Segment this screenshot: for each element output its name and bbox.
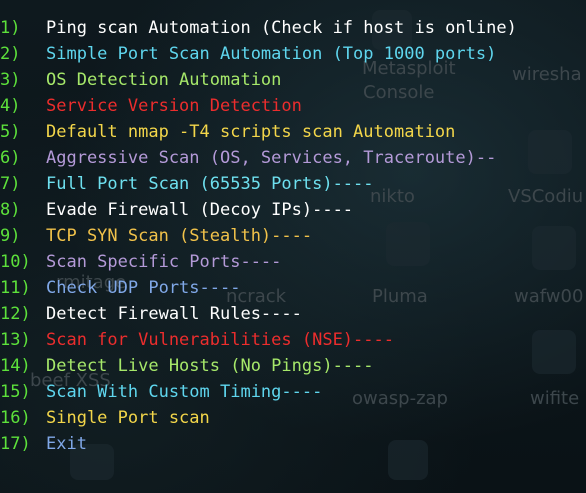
menu-item-number: 9): [0, 226, 21, 246]
menu-item-label: Evade Firewall (Decoy IPs)----: [46, 200, 354, 220]
vscodium-icon: [528, 130, 572, 174]
desktop-label-wafw00f: wafw00: [514, 286, 584, 307]
menu-item-number: 5): [0, 122, 21, 142]
menu-item-label: Full Port Scan (65535 Ports)----: [46, 174, 374, 194]
desktop-label-wireshark: wiresha: [512, 64, 582, 85]
terminal-menu: 1) Ping scan Automation (Check if host is…: [0, 15, 517, 457]
menu-item-number: 6): [0, 148, 21, 168]
menu-item: 5) Default nmap -T4 scripts scan Automati…: [0, 119, 517, 145]
menu-item-number: 4): [0, 96, 21, 116]
menu-item: 12) Detect Firewall Rules----: [0, 301, 517, 327]
menu-item: 8) Evade Firewall (Decoy IPs)----: [0, 197, 517, 223]
menu-item: 7) Full Port Scan (65535 Ports)----: [0, 171, 517, 197]
menu-item: 14) Detect Live Hosts (No Pings)----: [0, 353, 517, 379]
menu-item-label: Simple Port Scan Automation (Top 1000 po…: [46, 44, 497, 64]
menu-item-label: Ping scan Automation (Check if host is o…: [46, 18, 517, 38]
menu-item-number: 2): [0, 44, 21, 64]
menu-item-number: 10): [0, 252, 31, 272]
desktop-label-wifite: wifite: [530, 388, 580, 409]
menu-item-label: Exit: [46, 434, 87, 454]
menu-item-label: Scan With Custom Timing----: [46, 382, 323, 402]
menu-item-number: 8): [0, 200, 21, 220]
menu-item-label: Detect Firewall Rules----: [46, 304, 302, 324]
menu-item-label: Check UDP Ports----: [46, 278, 241, 298]
menu-item-number: 16): [0, 408, 31, 428]
menu-item-number: 17): [0, 434, 31, 454]
menu-item-number: 1): [0, 18, 21, 38]
menu-item: 16) Single Port scan: [0, 405, 517, 431]
menu-item-number: 15): [0, 382, 31, 402]
menu-item: 15) Scan With Custom Timing----: [0, 379, 517, 405]
menu-item: 9) TCP SYN Scan (Stealth)----: [0, 223, 517, 249]
menu-item-label: Aggressive Scan (OS, Services, Tracerout…: [46, 148, 497, 168]
menu-item-label: Scan Specific Ports----: [46, 252, 282, 272]
wafw00f-icon: [532, 226, 576, 270]
menu-item: 3) OS Detection Automation: [0, 67, 517, 93]
menu-item: 6) Aggressive Scan (OS, Services, Tracero…: [0, 145, 517, 171]
menu-item-label: Detect Live Hosts (No Pings)----: [46, 356, 374, 376]
menu-item: 17) Exit: [0, 431, 517, 457]
menu-item: 10) Scan Specific Ports----: [0, 249, 517, 275]
menu-item: 4) Service Version Detection: [0, 93, 517, 119]
menu-item-label: TCP SYN Scan (Stealth)----: [46, 226, 313, 246]
menu-item-label: OS Detection Automation: [46, 70, 282, 90]
menu-item-number: 12): [0, 304, 31, 324]
menu-item-label: Single Port scan: [46, 408, 210, 428]
menu-item: 11) Check UDP Ports----: [0, 275, 517, 301]
menu-item-label: Service Version Detection: [46, 96, 302, 116]
menu-item-label: Scan for Vulnerabilities (NSE)----: [46, 330, 394, 350]
menu-item-label: Default nmap -T4 scripts scan Automation: [46, 122, 456, 142]
menu-item: 1) Ping scan Automation (Check if host is…: [0, 15, 517, 41]
desktop-label-vscodium: VSCodiu: [508, 186, 584, 207]
menu-item-number: 13): [0, 330, 31, 350]
wifite-icon: [532, 330, 576, 374]
menu-item-number: 3): [0, 70, 21, 90]
menu-item-number: 7): [0, 174, 21, 194]
menu-item-number: 14): [0, 356, 31, 376]
menu-item: 13) Scan for Vulnerabilities (NSE)----: [0, 327, 517, 353]
menu-item: 2) Simple Port Scan Automation (Top 1000 …: [0, 41, 517, 67]
menu-item-number: 11): [0, 278, 31, 298]
